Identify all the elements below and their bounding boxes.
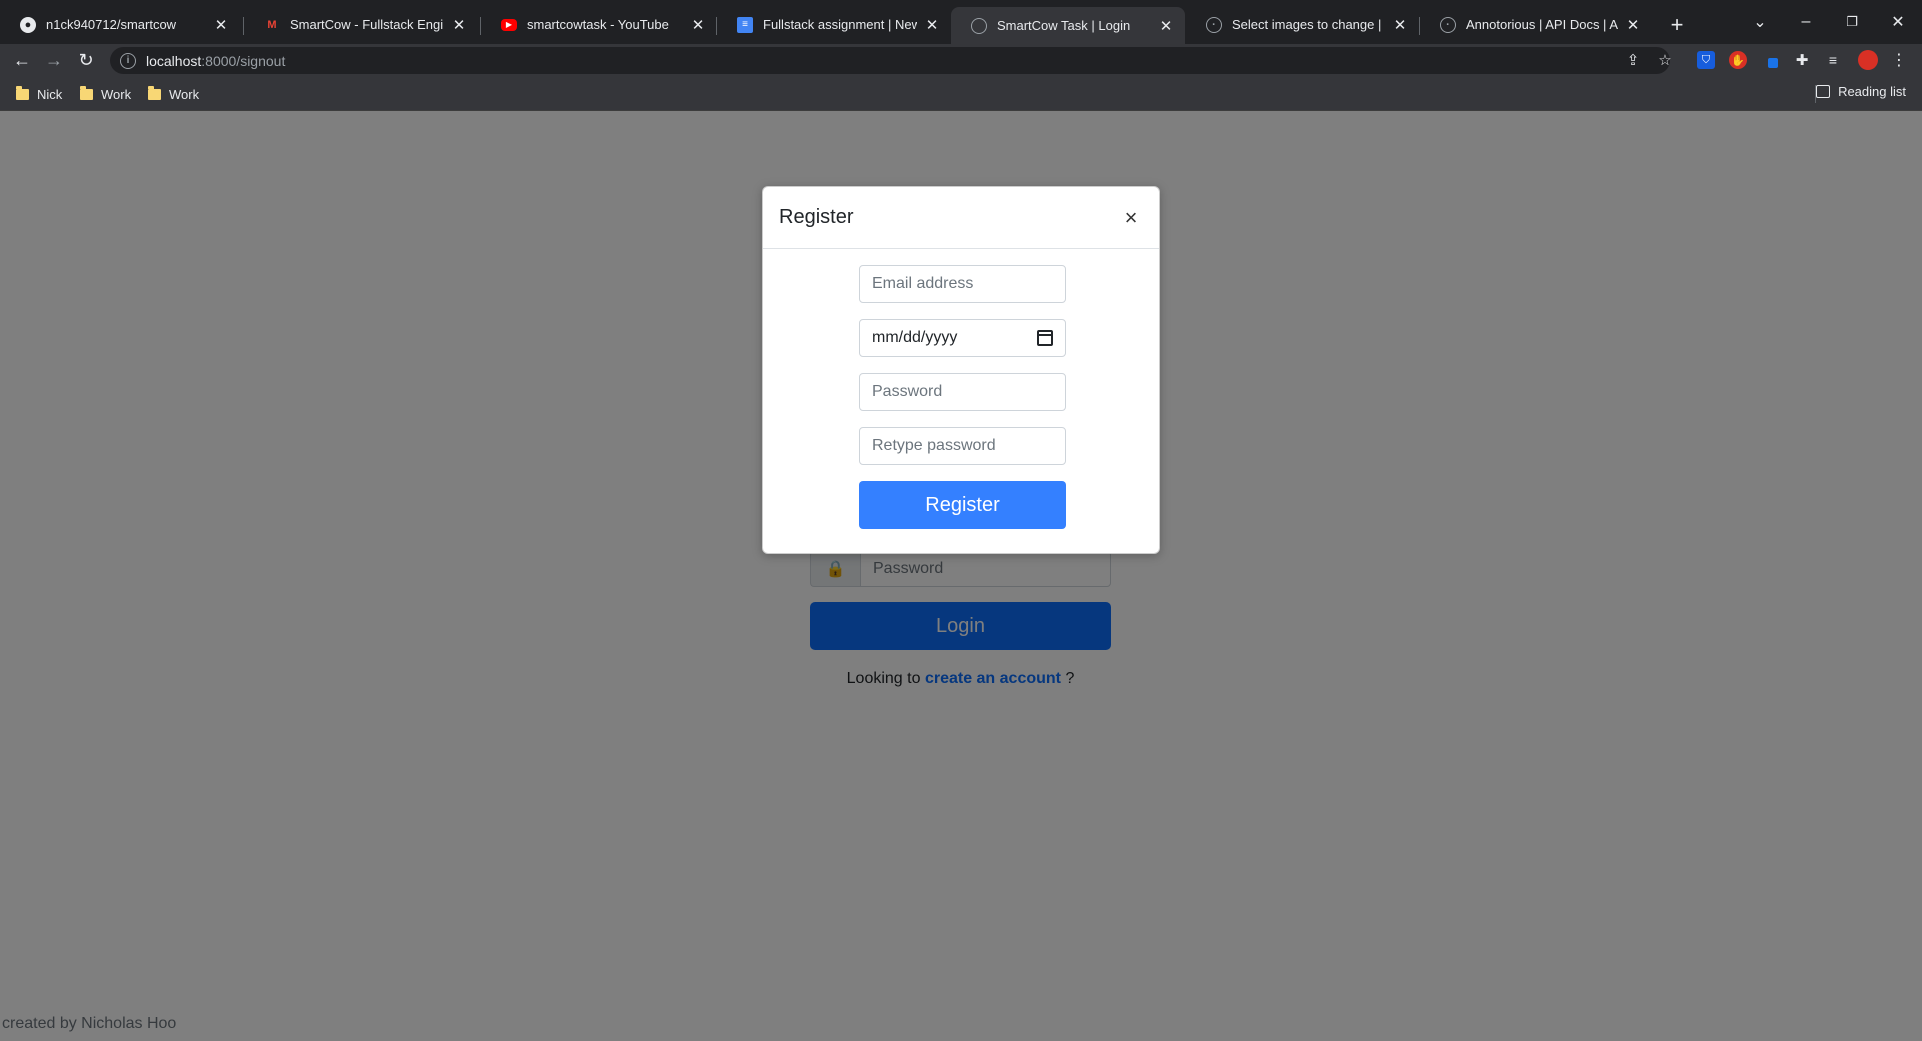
forward-button[interactable]: → xyxy=(42,48,66,72)
bookmark-folder-work[interactable]: Work xyxy=(80,84,131,104)
register-modal: Register × Email address mm/dd/yyyy Pass… xyxy=(762,186,1160,554)
close-icon[interactable]: ✕ xyxy=(450,16,468,34)
tab-title: Fullstack assignment | New - Go xyxy=(763,17,917,32)
close-icon[interactable]: ✕ xyxy=(923,16,941,34)
tab-docs[interactable]: ≡ Fullstack assignment | New - Go ✕ xyxy=(717,8,951,41)
reload-button[interactable]: ↻ xyxy=(74,48,98,72)
calendar-icon[interactable] xyxy=(1037,330,1053,346)
docs-icon: ≡ xyxy=(737,16,753,33)
close-icon[interactable]: ✕ xyxy=(1624,16,1642,34)
folder-icon xyxy=(148,85,161,100)
date-placeholder: mm/dd/yyyy xyxy=(872,329,958,346)
tab-github[interactable]: ● n1ck940712/smartcow ✕ xyxy=(0,8,240,41)
menu-kebab-icon[interactable]: ⋮ xyxy=(1890,51,1908,69)
retype-placeholder: Retype password xyxy=(872,437,996,454)
tab-title: smartcowtask - YouTube xyxy=(527,17,669,32)
reading-list-icon xyxy=(1816,85,1831,98)
close-window-button[interactable]: ✕ xyxy=(1878,8,1918,36)
new-tab-button[interactable]: + xyxy=(1664,12,1690,38)
modal-title: Register xyxy=(779,206,854,228)
close-icon[interactable]: ✕ xyxy=(1391,16,1409,34)
page-icon xyxy=(971,17,987,34)
bookmark-label: Nick xyxy=(37,86,63,102)
email-placeholder: Email address xyxy=(872,275,974,292)
tab-title: SmartCow Task | Login xyxy=(997,18,1131,33)
close-icon[interactable]: ✕ xyxy=(689,16,707,34)
github-icon: ● xyxy=(20,16,36,33)
register-button[interactable]: Register xyxy=(859,481,1066,529)
tab-smartcow-login[interactable]: SmartCow Task | Login ✕ xyxy=(951,7,1185,44)
folder-icon xyxy=(80,85,93,100)
modal-body: Email address mm/dd/yyyy Password Retype… xyxy=(763,249,1159,529)
email-input[interactable]: Email address xyxy=(859,265,1066,303)
tab-strip: ● n1ck940712/smartcow ✕ M SmartCow - Ful… xyxy=(0,0,1922,44)
minimize-button[interactable]: – xyxy=(1786,8,1826,36)
restore-button[interactable]: ❐ xyxy=(1832,8,1872,36)
tab-gmail[interactable]: M SmartCow - Fullstack Engineer ✕ xyxy=(244,8,478,41)
media-control-icon[interactable]: ≡ xyxy=(1824,51,1842,69)
page-viewport: 🔒 Password Login Looking to create an ac… xyxy=(0,111,1922,1041)
share-icon[interactable]: ⇪ xyxy=(1622,49,1644,71)
tab-search-chevron-icon[interactable]: ⌄ xyxy=(1740,8,1780,36)
browser-toolbar: ← → ↻ i localhost:8000/signout ⇪ ☆ ⛉ ✋ ✚… xyxy=(0,44,1922,76)
reading-list-button[interactable]: Reading list xyxy=(1816,84,1906,99)
tab-title: Annotorious | API Docs | Annot xyxy=(1466,17,1618,32)
address-bar[interactable]: i localhost:8000/signout xyxy=(110,47,1670,74)
tab-title: Select images to change | Djang xyxy=(1232,17,1385,32)
youtube-icon: ▶ xyxy=(501,18,517,31)
tab-title: n1ck940712/smartcow xyxy=(46,17,177,32)
bookmark-folder-work[interactable]: Work xyxy=(148,84,199,104)
bookmark-folder-nick[interactable]: Nick xyxy=(16,84,62,104)
close-icon[interactable]: ✕ xyxy=(212,16,230,34)
close-icon[interactable]: ✕ xyxy=(1157,17,1175,35)
retype-password-input[interactable]: Retype password xyxy=(859,427,1066,465)
password-input[interactable]: Password xyxy=(859,373,1066,411)
gmail-icon: M xyxy=(267,18,277,31)
bookmark-label: Work xyxy=(101,86,132,102)
bookmark-label: Work xyxy=(169,86,200,102)
folder-icon xyxy=(16,85,29,100)
extension-icon[interactable]: ✋ xyxy=(1729,51,1747,69)
globe-icon: · xyxy=(1206,16,1222,33)
globe-icon: · xyxy=(1440,16,1456,33)
reading-list-label: Reading list xyxy=(1838,84,1906,99)
close-icon[interactable]: × xyxy=(1119,205,1143,230)
extension-icon[interactable] xyxy=(1761,51,1779,69)
tab-django[interactable]: · Select images to change | Djang ✕ xyxy=(1186,8,1419,41)
password-placeholder: Password xyxy=(872,383,943,400)
profile-avatar[interactable] xyxy=(1858,50,1878,70)
bitwarden-extension-icon[interactable]: ⛉ xyxy=(1697,51,1715,69)
date-of-birth-input[interactable]: mm/dd/yyyy xyxy=(859,319,1066,357)
bookmarks-bar: Nick Work Work Reading list xyxy=(0,76,1922,111)
url-host: localhost xyxy=(146,52,202,69)
tab-youtube[interactable]: ▶ smartcowtask - YouTube ✕ xyxy=(481,8,717,41)
tab-title: SmartCow - Fullstack Engineer xyxy=(290,17,444,32)
tab-annotorious[interactable]: · Annotorious | API Docs | Annot ✕ xyxy=(1420,8,1652,41)
modal-header: Register × xyxy=(763,187,1159,249)
puzzle-extensions-icon[interactable]: ✚ xyxy=(1793,51,1811,69)
bookmark-star-icon[interactable]: ☆ xyxy=(1654,49,1676,71)
back-button[interactable]: ← xyxy=(10,48,34,72)
url-path: :8000/signout xyxy=(201,52,286,69)
site-info-icon[interactable]: i xyxy=(120,52,136,69)
